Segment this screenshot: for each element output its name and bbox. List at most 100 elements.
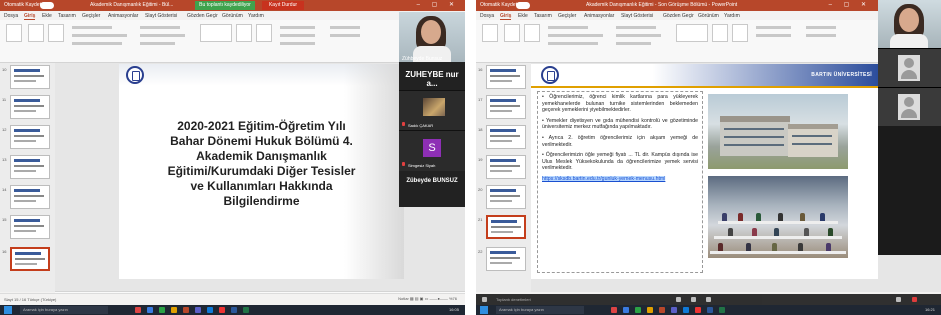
slide-thumbnail-selected[interactable]	[10, 247, 50, 271]
app-icon[interactable]	[219, 307, 225, 313]
autosave-toggle[interactable]	[516, 2, 530, 9]
paragraph-row-1[interactable]	[140, 26, 180, 29]
paste-button[interactable]	[482, 24, 498, 42]
font-color-row[interactable]	[72, 42, 122, 45]
font-format-row[interactable]	[548, 34, 603, 37]
slide-text-box[interactable]: • Öğrencilerimiz, öğrenci kimlik kartlar…	[537, 91, 703, 273]
quick-styles-button[interactable]	[732, 24, 748, 42]
status-right[interactable]: Notlar ▦ ▤ ▣ ▭ ——●—— %76	[398, 296, 457, 301]
teams-icon[interactable]	[195, 307, 201, 313]
app-icon[interactable]	[171, 307, 177, 313]
app-icon[interactable]	[647, 307, 653, 313]
participant-tile[interactable]	[878, 48, 941, 87]
slide-thumbnail[interactable]	[486, 247, 526, 271]
tab-transitions[interactable]: Geçişler	[558, 13, 576, 19]
tray-clock[interactable]: 16:05	[449, 307, 459, 312]
tab-review[interactable]: Gözden Geçir	[663, 13, 694, 19]
window-controls[interactable]: ‒ ▢ ✕	[829, 1, 871, 8]
screen-share-icon[interactable]	[706, 297, 711, 302]
autosave-toggle[interactable]	[40, 2, 54, 9]
find-button[interactable]	[330, 26, 360, 29]
slide-thumbnail[interactable]	[486, 65, 526, 89]
excel-icon[interactable]	[243, 307, 249, 313]
slide-thumbnail[interactable]	[10, 65, 50, 89]
slide-thumbnail[interactable]	[10, 215, 50, 239]
slide-thumbnail[interactable]	[10, 95, 50, 119]
participant-tile[interactable]: S Simgesiz Siyah	[399, 130, 465, 171]
participant-tile[interactable]: Sadık ÇAKAR	[399, 90, 465, 131]
slide-thumbnail[interactable]	[10, 155, 50, 179]
shapes-gallery[interactable]	[676, 24, 708, 42]
tab-view[interactable]: Görünüm	[698, 13, 719, 19]
slide-title[interactable]: 2020-2021 Eğitim-Öğretim Yılı Bahar Döne…	[119, 119, 404, 209]
replace-button[interactable]	[330, 34, 360, 37]
font-color-row[interactable]	[548, 42, 598, 45]
taskbar-search[interactable]: Aramak için buraya yazın	[496, 306, 584, 314]
new-slide-button[interactable]	[28, 24, 44, 42]
tab-home[interactable]: Giriş	[24, 13, 36, 20]
app-icon[interactable]	[623, 307, 629, 313]
tab-insert[interactable]: Ekle	[518, 13, 528, 19]
tab-design[interactable]: Tasarım	[534, 13, 552, 19]
paragraph-row-2[interactable]	[140, 34, 185, 37]
app-icon[interactable]	[135, 307, 141, 313]
teams-icon[interactable]	[671, 307, 677, 313]
paragraph-row-3[interactable]	[616, 42, 651, 45]
app-icon[interactable]	[147, 307, 153, 313]
tab-review[interactable]: Gözden Geçir	[187, 13, 218, 19]
app-icon[interactable]	[683, 307, 689, 313]
slide-thumbnail-selected[interactable]	[486, 215, 526, 239]
tab-home[interactable]: Giriş	[500, 13, 512, 20]
word-icon[interactable]	[707, 307, 713, 313]
replace-button[interactable]	[806, 34, 836, 37]
more-icon[interactable]	[896, 297, 901, 302]
menu-link[interactable]: https://sksdb.bartin.edu.tr/gunluk-yemek…	[542, 176, 665, 182]
tab-design[interactable]: Tasarım	[58, 13, 76, 19]
tray-clock[interactable]: 16:21	[925, 307, 935, 312]
font-selector[interactable]	[548, 26, 588, 29]
dining-hall-photo[interactable]	[708, 176, 848, 258]
shape-outline[interactable]	[280, 34, 315, 37]
slide-thumbnail[interactable]	[486, 185, 526, 209]
powerpoint-icon[interactable]	[659, 307, 665, 313]
shape-fill[interactable]	[756, 26, 791, 29]
tab-view[interactable]: Görünüm	[222, 13, 243, 19]
windows-start-icon[interactable]	[480, 306, 488, 314]
window-controls[interactable]: ‒ ▢ ✕	[417, 1, 459, 8]
tab-slideshow[interactable]: Slayt Gösterisi	[621, 13, 653, 19]
shape-effects[interactable]	[280, 42, 315, 45]
paragraph-row-2[interactable]	[616, 34, 661, 37]
powerpoint-icon[interactable]	[183, 307, 189, 313]
tab-animations[interactable]: Animasyonlar	[584, 13, 614, 19]
font-format-row[interactable]	[72, 34, 127, 37]
tab-help[interactable]: Yardım	[724, 13, 740, 19]
tab-file[interactable]: Dosya	[4, 13, 18, 19]
slide-thumbnail[interactable]	[10, 185, 50, 209]
app-icon[interactable]	[611, 307, 617, 313]
excel-icon[interactable]	[719, 307, 725, 313]
slide[interactable]: 2020-2021 Eğitim-Öğretim Yılı Bahar Döne…	[119, 64, 404, 279]
app-icon[interactable]	[207, 307, 213, 313]
campus-building-photo[interactable]	[708, 94, 848, 169]
camera-icon[interactable]	[691, 297, 696, 302]
tab-animations[interactable]: Animasyonlar	[108, 13, 138, 19]
tab-help[interactable]: Yardım	[248, 13, 264, 19]
paragraph-row-1[interactable]	[616, 26, 656, 29]
word-icon[interactable]	[231, 307, 237, 313]
tab-slideshow[interactable]: Slayt Gösterisi	[145, 13, 177, 19]
slide[interactable]: BARTIN ÜNİVERSİTESİ • Öğrencilerimiz, öğ…	[531, 64, 878, 279]
find-button[interactable]	[806, 26, 836, 29]
share-icon[interactable]	[482, 297, 487, 302]
slide-thumbnail[interactable]	[486, 155, 526, 179]
paste-button[interactable]	[6, 24, 22, 42]
font-selector[interactable]	[72, 26, 112, 29]
shape-fill[interactable]	[280, 26, 315, 29]
leave-call-icon[interactable]	[912, 297, 917, 302]
taskbar-search[interactable]: Aramak için buraya yazın	[20, 306, 108, 314]
slide-thumbnail[interactable]	[10, 125, 50, 149]
app-icon[interactable]	[695, 307, 701, 313]
paragraph-row-3[interactable]	[140, 42, 175, 45]
stop-recording-button[interactable]: Kayıt Durdur	[262, 1, 304, 10]
shapes-gallery[interactable]	[200, 24, 232, 42]
app-icon[interactable]	[159, 307, 165, 313]
